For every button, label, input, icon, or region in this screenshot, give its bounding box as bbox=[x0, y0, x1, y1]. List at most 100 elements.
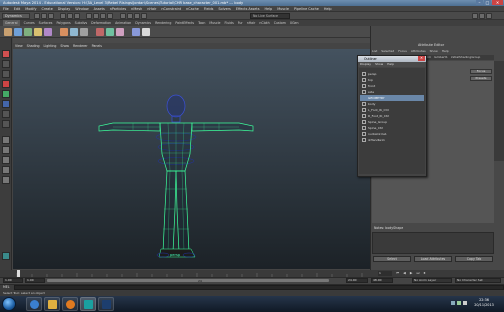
paint-select-icon[interactable] bbox=[2, 70, 10, 78]
menu-file[interactable]: File bbox=[3, 6, 9, 11]
select-hierarchy-icon[interactable] bbox=[60, 13, 66, 19]
playback-start-field[interactable]: 1.00 bbox=[25, 278, 45, 283]
side-tab-strip[interactable] bbox=[494, 61, 504, 161]
mel-label[interactable]: MEL bbox=[3, 285, 10, 289]
extrude-icon[interactable] bbox=[70, 28, 78, 36]
animation-start-field[interactable]: 1.00 bbox=[3, 278, 23, 283]
ae-tab-shading-group[interactable]: initialShadingGroup bbox=[451, 55, 481, 60]
presets-button[interactable]: Presets bbox=[470, 76, 492, 81]
cube-icon[interactable] bbox=[24, 28, 32, 36]
menu-help-1[interactable]: Help bbox=[264, 6, 272, 11]
new-scene-icon[interactable] bbox=[34, 13, 40, 19]
render-frame-icon[interactable] bbox=[127, 13, 133, 19]
ae-menu-help[interactable]: Help bbox=[442, 49, 449, 54]
live-surface-field[interactable]: No Live Surface bbox=[250, 13, 290, 19]
ae-menu-list[interactable]: List bbox=[372, 49, 377, 54]
current-frame-marker[interactable] bbox=[17, 270, 20, 277]
system-tray[interactable] bbox=[450, 300, 470, 306]
ae-menu-attributes[interactable]: Attributes bbox=[411, 49, 426, 54]
snap-point-icon[interactable] bbox=[100, 13, 106, 19]
menu-nparticles[interactable]: nParticles bbox=[110, 6, 126, 11]
ipr-render-icon[interactable] bbox=[134, 13, 140, 19]
layout-shortcut-icon[interactable] bbox=[2, 252, 10, 260]
snap-curve-icon[interactable] bbox=[93, 13, 99, 19]
open-scene-icon[interactable] bbox=[41, 13, 47, 19]
menu-modify[interactable]: Modify bbox=[25, 6, 36, 11]
outliner-close-icon[interactable]: ✕ bbox=[418, 56, 425, 61]
minimize-button[interactable]: – bbox=[476, 0, 483, 5]
rotate-tool-icon[interactable] bbox=[2, 90, 10, 98]
sphere-icon[interactable] bbox=[14, 28, 22, 36]
camera-icon[interactable] bbox=[142, 28, 150, 36]
taskbar-media[interactable] bbox=[62, 297, 78, 311]
four-pane-icon[interactable] bbox=[2, 146, 10, 154]
taskbar-explorer[interactable] bbox=[44, 297, 60, 311]
ae-menu-selected[interactable]: Selected bbox=[381, 49, 394, 54]
character-wireframe[interactable] bbox=[13, 49, 370, 269]
outliner-menu-help[interactable]: Help bbox=[387, 62, 394, 67]
menu-help-2[interactable]: Help bbox=[324, 6, 332, 11]
focus-button[interactable]: Focus bbox=[470, 69, 492, 74]
select-tool-icon[interactable] bbox=[2, 50, 10, 58]
joint-tool-icon[interactable] bbox=[96, 28, 104, 36]
menu-nhair[interactable]: nHair bbox=[147, 6, 156, 11]
history-icon[interactable] bbox=[120, 13, 126, 19]
current-frame-field[interactable]: 1 bbox=[378, 271, 392, 276]
taskbar-photoshop[interactable] bbox=[98, 297, 114, 311]
render-settings-icon[interactable] bbox=[141, 13, 147, 19]
taskbar-maya[interactable] bbox=[80, 297, 96, 311]
menu-set-select[interactable]: Dynamics bbox=[2, 13, 30, 19]
toggle-attribute-editor-icon[interactable] bbox=[472, 13, 478, 19]
ae-menu-show[interactable]: Show bbox=[430, 49, 438, 54]
character-set-select[interactable]: No Character Set bbox=[455, 278, 501, 283]
snap-grid-icon[interactable] bbox=[86, 13, 92, 19]
single-pane-icon[interactable] bbox=[2, 136, 10, 144]
load-attributes-button[interactable]: Load Attributes bbox=[414, 256, 452, 262]
notes-textarea[interactable] bbox=[372, 232, 494, 254]
bind-skin-icon[interactable] bbox=[116, 28, 124, 36]
persp-graph-icon[interactable] bbox=[2, 166, 10, 174]
toggle-channel-box-icon[interactable] bbox=[486, 13, 492, 19]
playback-controls[interactable]: ⏮ ◀ ▶ ⏭ ⏺ bbox=[396, 271, 496, 276]
toggle-tool-settings-icon[interactable] bbox=[479, 13, 485, 19]
save-scene-icon[interactable] bbox=[48, 13, 54, 19]
maximize-button[interactable]: □ bbox=[484, 0, 491, 5]
select-component-icon[interactable] bbox=[74, 13, 80, 19]
menu-fields[interactable]: Fields bbox=[204, 6, 214, 11]
outliner-menu-show[interactable]: Show bbox=[375, 62, 383, 67]
menu-create[interactable]: Create bbox=[42, 6, 53, 11]
ik-handle-icon[interactable] bbox=[106, 28, 114, 36]
soft-modification-icon[interactable] bbox=[2, 120, 10, 128]
lasso-tool-icon[interactable] bbox=[2, 60, 10, 68]
menu-window[interactable]: Window bbox=[75, 6, 88, 11]
taskbar-clock[interactable]: 22:36 20/11/2013 bbox=[472, 298, 496, 308]
taskbar-ie[interactable] bbox=[26, 297, 42, 311]
ae-tab-lambert1[interactable]: lambert1 bbox=[434, 55, 448, 60]
light-icon[interactable] bbox=[132, 28, 140, 36]
start-button[interactable] bbox=[2, 297, 16, 311]
copy-tab-button[interactable]: Copy Tab bbox=[455, 256, 493, 262]
menu-solvers[interactable]: Solvers bbox=[218, 6, 230, 11]
menu-nmesh[interactable]: nMesh bbox=[131, 6, 142, 11]
menu-display[interactable]: Display bbox=[58, 6, 71, 11]
bevel-icon[interactable] bbox=[80, 28, 88, 36]
scale-tool-icon[interactable] bbox=[2, 100, 10, 108]
shelf-menu-icon[interactable] bbox=[4, 28, 12, 36]
menu-pipeline-cache[interactable]: Pipeline Cache bbox=[294, 6, 319, 11]
animation-end-field[interactable]: 48.00 bbox=[371, 278, 393, 283]
hypershade-layout-icon[interactable] bbox=[2, 176, 10, 184]
close-button[interactable]: ✕ bbox=[492, 0, 503, 5]
plane-icon[interactable] bbox=[44, 28, 52, 36]
menu-effects-assets[interactable]: Effects Assets bbox=[236, 6, 260, 11]
anim-layer-select[interactable]: No Anim Layer bbox=[412, 278, 452, 283]
list-item[interactable]: ikHandle11 bbox=[368, 137, 385, 143]
select-object-icon[interactable] bbox=[67, 13, 73, 19]
ae-menu-focus[interactable]: Focus bbox=[398, 49, 407, 54]
curve-tool-icon[interactable] bbox=[60, 28, 68, 36]
playback-end-field[interactable]: 24.00 bbox=[346, 278, 368, 283]
command-input[interactable] bbox=[14, 285, 504, 290]
range-slider[interactable] bbox=[47, 279, 329, 282]
menu-assets[interactable]: Assets bbox=[94, 6, 105, 11]
cylinder-icon[interactable] bbox=[34, 28, 42, 36]
menu-edit[interactable]: Edit bbox=[14, 6, 21, 11]
